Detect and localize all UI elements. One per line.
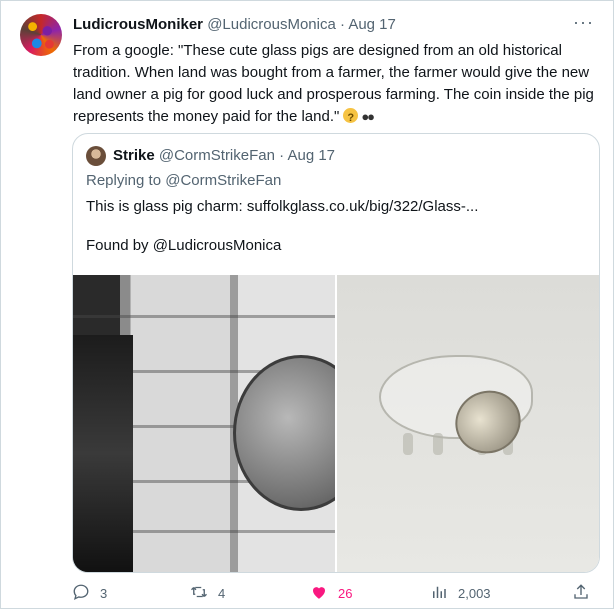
coin-image xyxy=(233,355,335,511)
more-dots-icon[interactable]: ··· xyxy=(573,12,594,33)
views-count: 2,003 xyxy=(458,586,491,601)
reply-count: 3 xyxy=(100,586,108,601)
retweet-button[interactable]: 4 xyxy=(190,583,225,604)
action-bar: 3 4 26 2,003 xyxy=(72,583,598,603)
quote-found-by: Found by @LudicrousMonica xyxy=(86,237,282,254)
reply-icon xyxy=(72,583,90,604)
quote-body: This is glass pig charm: suffolkglass.co… xyxy=(86,198,479,215)
pig-leg xyxy=(433,433,443,455)
eyes-emoji-icon: ●● xyxy=(361,109,375,124)
photo-glass-pig-closeup[interactable] xyxy=(73,275,335,572)
views-chart-icon xyxy=(430,583,448,604)
tweet-date[interactable]: · Aug 17 xyxy=(340,16,396,33)
quote-handle[interactable]: @CormStrikeFan xyxy=(159,147,275,164)
avatar[interactable] xyxy=(20,14,62,56)
handle[interactable]: @LudicrousMonica xyxy=(207,16,336,33)
share-icon xyxy=(572,583,590,604)
quote-tweet[interactable]: Strike @CormStrikeFan · Aug 17 Replying … xyxy=(72,133,600,573)
quote-header: Strike @CormStrikeFan · Aug 17 xyxy=(113,147,335,164)
like-count: 26 xyxy=(338,586,353,601)
share-button[interactable] xyxy=(572,583,590,604)
pig-leg xyxy=(403,433,413,455)
like-button[interactable]: 26 xyxy=(310,583,352,604)
display-name[interactable]: LudicrousMoniker xyxy=(73,16,203,33)
decor-line xyxy=(73,315,335,318)
replying-to[interactable]: Replying to @CormStrikeFan xyxy=(86,172,281,189)
media-grid xyxy=(73,275,599,572)
quote-display-name[interactable]: Strike xyxy=(113,147,155,164)
heart-icon xyxy=(310,583,328,604)
photo-glass-pig[interactable] xyxy=(337,275,599,572)
decor-shadow xyxy=(73,335,133,572)
quote-avatar[interactable] xyxy=(86,146,106,166)
tweet-text-body: From a google: "These cute glass pigs ar… xyxy=(73,42,594,125)
retweet-count: 4 xyxy=(218,586,226,601)
reply-button[interactable]: 3 xyxy=(72,583,107,604)
views-button[interactable]: 2,003 xyxy=(430,583,491,604)
quote-date[interactable]: · Aug 17 xyxy=(279,147,335,164)
retweet-icon xyxy=(190,583,208,604)
tweet-header: LudicrousMoniker @LudicrousMonica · Aug … xyxy=(73,16,396,33)
tweet-text: From a google: "These cute glass pigs ar… xyxy=(73,40,598,129)
thinking-emoji-icon xyxy=(343,107,359,129)
